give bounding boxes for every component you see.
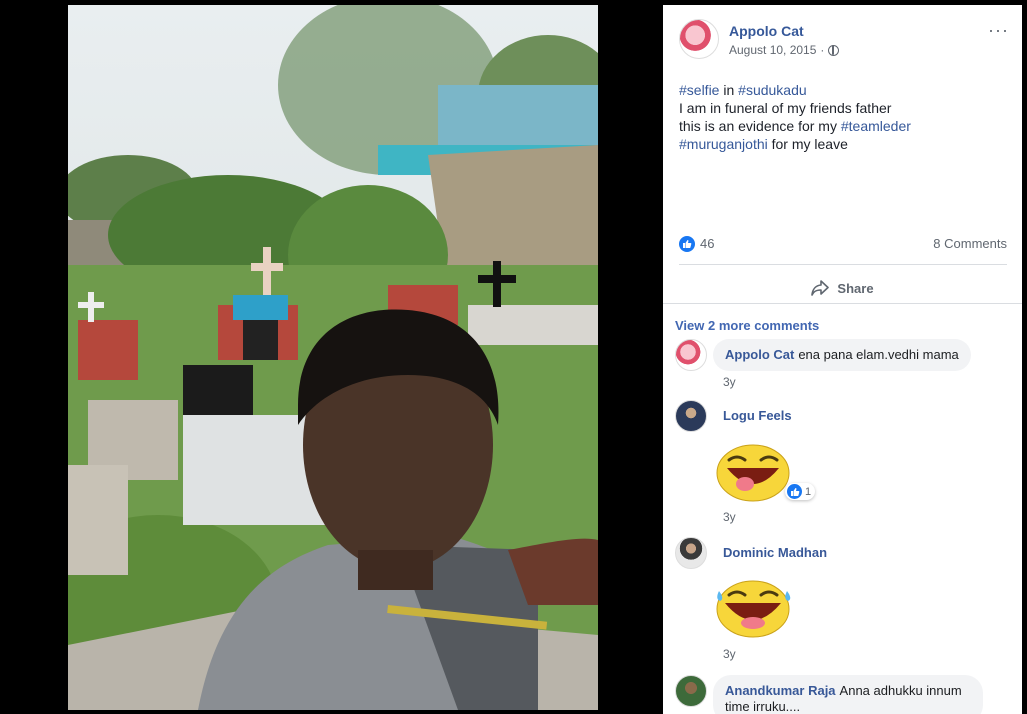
comment-bubble: Anandkumar Raja Anna adhukku innum time i… (713, 675, 983, 714)
comment-reactions[interactable]: 1 (785, 483, 816, 500)
commenter-name[interactable]: Anandkumar Raja (725, 683, 836, 698)
comment-item: Logu Feels 1 3y (675, 400, 1015, 530)
like-icon (787, 484, 802, 499)
post-text-fragment: this is an evidence for my (679, 118, 841, 134)
post-text-fragment: for my leave (767, 136, 848, 152)
commenter-name[interactable]: Dominic Madhan (723, 545, 827, 560)
selfie-cemetery-image (68, 5, 598, 710)
post-text-line-4: #muruganjothi for my leave (679, 135, 1009, 153)
tears-of-joy-sticker[interactable] (713, 575, 793, 639)
post-text-line-1: #selfie in #sudukadu (679, 81, 1009, 99)
comment-count[interactable]: 8 Comments (933, 236, 1007, 251)
hashtag-selfie[interactable]: #selfie (679, 82, 719, 98)
comment-item: Anandkumar Raja Anna adhukku innum time i… (675, 675, 1015, 714)
comments-section: View 2 more comments Appolo Cat ena pana … (663, 303, 1022, 714)
reaction-count: 1 (805, 485, 812, 498)
commenter-name[interactable]: Logu Feels (723, 408, 792, 423)
view-more-comments-link[interactable]: View 2 more comments (675, 318, 819, 333)
comment-text: ena pana elam.vedhi mama (798, 347, 959, 362)
author-name[interactable]: Appolo Cat (729, 23, 804, 39)
post-photo[interactable] (68, 5, 598, 710)
like-count[interactable]: 46 (700, 236, 714, 251)
post-stats: 46 8 Comments (679, 234, 1007, 254)
comment-timestamp[interactable]: 3y (723, 647, 736, 661)
commenter-avatar[interactable] (675, 675, 707, 707)
post-text-line-2: I am in funeral of my friends father (679, 100, 892, 116)
post-meta: August 10, 2015 · (729, 43, 840, 57)
share-icon (811, 280, 830, 296)
post-text-fragment: in (719, 82, 739, 98)
hashtag-sudukadu[interactable]: #sudukadu (738, 82, 807, 98)
post-header: Appolo Cat August 10, 2015 · ··· (679, 19, 1009, 63)
share-label: Share (837, 280, 874, 296)
hashtag-muruganjothi[interactable]: #muruganjothi (679, 136, 768, 152)
share-button[interactable]: Share (663, 270, 1022, 306)
separator: · (820, 43, 825, 57)
author-avatar[interactable] (679, 19, 719, 59)
commenter-name[interactable]: Appolo Cat (725, 347, 794, 362)
post-date[interactable]: August 10, 2015 (729, 43, 816, 57)
comment-timestamp[interactable]: 3y (723, 510, 736, 524)
globe-icon[interactable] (828, 44, 840, 56)
comment-timestamp[interactable]: 3y (723, 375, 736, 389)
commenter-avatar[interactable] (675, 339, 707, 371)
comment-bubble: Appolo Cat ena pana elam.vedhi mama (713, 339, 971, 371)
post-text: #selfie in #sudukadu I am in funeral of … (679, 81, 1009, 153)
commenter-avatar[interactable] (675, 537, 707, 569)
post-panel: Appolo Cat August 10, 2015 · ··· #selfie… (663, 5, 1022, 714)
post-text-line-3: this is an evidence for my #teamleder (679, 117, 1009, 135)
tongue-laugh-sticker[interactable] (715, 440, 791, 502)
commenter-avatar[interactable] (675, 400, 707, 432)
hashtag-teamleder[interactable]: #teamleder (841, 118, 911, 134)
more-options-icon[interactable]: ··· (988, 21, 1009, 39)
comment-item: Dominic Madhan 3y (675, 537, 1015, 667)
divider (679, 264, 1007, 265)
like-icon[interactable] (679, 236, 695, 252)
comment-item: Appolo Cat ena pana elam.vedhi mama 3y (675, 339, 1015, 399)
